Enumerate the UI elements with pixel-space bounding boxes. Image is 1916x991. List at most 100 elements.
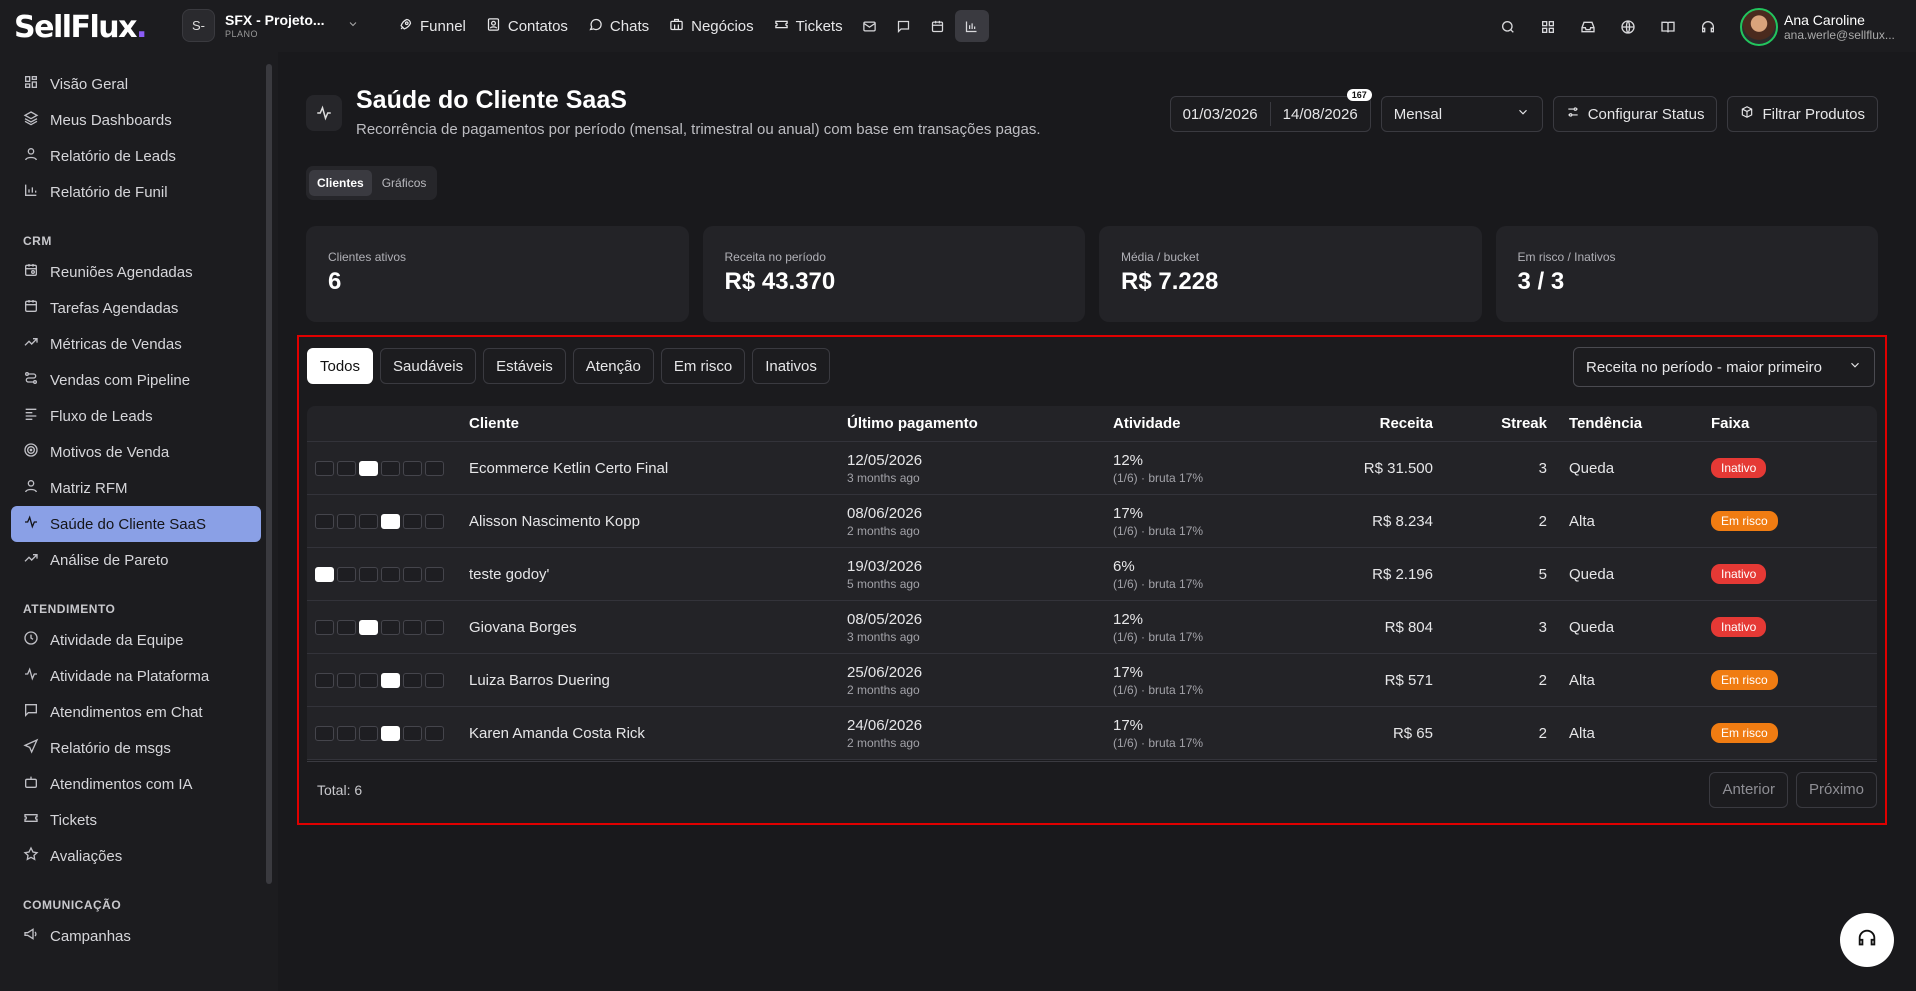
activity-cell (403, 566, 422, 582)
header-ultimo-pagamento[interactable]: Último pagamento (847, 415, 1113, 432)
sidebar-item-tarefas[interactable]: Tarefas Agendadas (11, 290, 261, 326)
table-row[interactable]: Luiza Barros Duering 25/06/2026 2 months… (307, 654, 1877, 707)
apps-grid-icon[interactable] (1530, 9, 1566, 45)
sidebar-scrollbar[interactable] (266, 64, 272, 884)
header-atividade[interactable]: Atividade (1113, 415, 1293, 432)
sidebar-item-atendimentos-chat[interactable]: Atendimentos em Chat (11, 694, 261, 730)
sidebar-item-atendimentos-ia[interactable]: Atendimentos com IA (11, 766, 261, 802)
header-tendencia[interactable]: Tendência (1547, 415, 1711, 432)
sidebar-item-atividade-plataforma[interactable]: Atividade na Plataforma (11, 658, 261, 694)
revenue: R$ 2.196 (1372, 565, 1433, 583)
header-receita[interactable]: Receita (1293, 415, 1433, 432)
sidebar-item-vendas-pipeline[interactable]: Vendas com Pipeline (11, 362, 261, 398)
topbar: SellFlux. S- SFX - Projeto... PLANO Funn… (0, 0, 1916, 52)
prev-page-button[interactable]: Anterior (1709, 771, 1788, 808)
activity: 17% (1/6) · bruta 17% (1113, 663, 1204, 697)
mail-icon[interactable] (853, 10, 887, 42)
pagination: Anterior Próximo (1709, 771, 1877, 808)
header-faixa[interactable]: Faixa (1711, 415, 1877, 432)
table-footer: Total: 6 Anterior Próximo (307, 761, 1877, 817)
client-name[interactable]: Ecommerce Ketlin Certo Final (469, 460, 847, 477)
tab-graficos[interactable]: Gráficos (374, 170, 435, 196)
sidebar-item-relatorio-msgs[interactable]: Relatório de msgs (11, 730, 261, 766)
next-page-button[interactable]: Próximo (1795, 771, 1877, 808)
activity-cell (425, 725, 444, 741)
main-content: Saúde do Cliente SaaS Recorrência de pag… (278, 52, 1916, 991)
nav-tickets[interactable]: Tickets (764, 11, 853, 42)
sidebar-item-visao-geral[interactable]: Visão Geral (11, 66, 261, 102)
table-row[interactable]: Giovana Borges 08/05/2026 3 months ago 1… (307, 601, 1877, 654)
date-end[interactable]: 14/08/2026 (1271, 106, 1370, 123)
activity-cell (315, 460, 334, 476)
activity: 17% (1/6) · bruta 17% (1113, 504, 1204, 538)
configure-status-button[interactable]: Configurar Status (1552, 96, 1718, 132)
filter-inativos[interactable]: Inativos (752, 348, 830, 384)
total-count: Total: 6 (317, 781, 363, 798)
table-row[interactable]: teste godoy' 19/03/2026 5 months ago 6% … (307, 548, 1877, 601)
table-row[interactable]: Karen Amanda Costa Rick 24/06/2026 2 mon… (307, 707, 1877, 760)
activity-cell (315, 513, 334, 529)
sidebar-item-saude-cliente[interactable]: Saúde do Cliente SaaS (11, 506, 261, 542)
sidebar-item-matriz-rfm[interactable]: Matriz RFM (11, 470, 261, 506)
message-icon[interactable] (887, 10, 921, 42)
client-name[interactable]: Giovana Borges (469, 619, 847, 636)
workspace-switcher[interactable]: S- SFX - Projeto... PLANO (182, 9, 359, 42)
header-streak[interactable]: Streak (1433, 415, 1547, 432)
sidebar-item-metricas[interactable]: Métricas de Vendas (11, 326, 261, 362)
sidebar-item-pareto[interactable]: Análise de Pareto (11, 542, 261, 578)
client-name[interactable]: Luiza Barros Duering (469, 672, 847, 689)
sidebar-item-fluxo-leads[interactable]: Fluxo de Leads (11, 398, 261, 434)
calendar-icon[interactable] (921, 10, 955, 42)
revenue: R$ 65 (1392, 724, 1433, 742)
tab-clientes[interactable]: Clientes (309, 170, 372, 196)
activity-cell (403, 725, 422, 741)
streak: 2 (1538, 671, 1547, 689)
bar-chart-icon[interactable] (954, 10, 989, 42)
filter-saudaveis[interactable]: Saudáveis (380, 348, 477, 384)
client-name[interactable]: Alisson Nascimento Kopp (469, 513, 847, 530)
table-row[interactable]: Alisson Nascimento Kopp 08/06/2026 2 mon… (307, 495, 1877, 548)
sidebar-item-motivos[interactable]: Motivos de Venda (11, 434, 261, 470)
globe-icon[interactable] (1610, 9, 1646, 45)
header-cliente[interactable]: Cliente (469, 415, 847, 432)
sidebar-item-campanhas[interactable]: Campanhas (11, 918, 261, 954)
status-badge: Inativo (1711, 617, 1767, 637)
revenue: R$ 804 (1384, 618, 1433, 636)
date-range-picker[interactable]: 01/03/2026 14/08/2026 167 (1169, 89, 1372, 132)
sidebar: Visão Geral Meus Dashboards Relatório de… (0, 52, 272, 991)
help-chat-button[interactable] (1840, 913, 1894, 967)
client-name[interactable]: teste godoy' (469, 566, 847, 583)
sidebar-item-relatorio-funil[interactable]: Relatório de Funil (11, 174, 261, 210)
trend: Queda (1569, 459, 1615, 477)
filter-em-risco[interactable]: Em risco (660, 348, 746, 384)
client-name[interactable]: Karen Amanda Costa Rick (469, 725, 847, 742)
streak: 2 (1538, 512, 1547, 530)
activity-cell (425, 672, 444, 688)
filter-todos[interactable]: Todos (307, 348, 374, 384)
sidebar-item-relatorio-leads[interactable]: Relatório de Leads (11, 138, 261, 174)
filter-products-button[interactable]: Filtrar Produtos (1727, 96, 1878, 132)
filter-estaveis[interactable]: Estáveis (483, 348, 566, 384)
header-controls: 01/03/2026 14/08/2026 167 Mensal Configu… (1169, 89, 1878, 132)
sort-select[interactable]: Receita no período - maior primeiro (1573, 347, 1875, 387)
nav-funnel[interactable]: Funnel (388, 11, 476, 42)
inbox-icon[interactable] (1570, 9, 1606, 45)
date-start[interactable]: 01/03/2026 (1171, 106, 1270, 123)
sidebar-item-atividade-equipe[interactable]: Atividade da Equipe (11, 622, 261, 658)
filter-atencao[interactable]: Atenção (572, 348, 654, 384)
user-menu[interactable]: Ana Caroline ana.werle@sellflux... (1740, 8, 1902, 46)
sellflux-logo[interactable]: SellFlux. (14, 10, 147, 45)
activity-cell (337, 672, 356, 688)
nav-chats[interactable]: Chats (578, 11, 659, 42)
sidebar-item-avaliacoes[interactable]: Avaliações (11, 838, 261, 874)
headset-icon[interactable] (1690, 9, 1726, 45)
sidebar-item-reunioes[interactable]: Reuniões Agendadas (11, 254, 261, 290)
book-icon[interactable] (1650, 9, 1686, 45)
nav-contatos[interactable]: Contatos (476, 11, 578, 42)
sidebar-item-tickets[interactable]: Tickets (11, 802, 261, 838)
search-icon[interactable] (1490, 9, 1526, 45)
sidebar-item-meus-dashboards[interactable]: Meus Dashboards (11, 102, 261, 138)
table-row[interactable]: Ecommerce Ketlin Certo Final 12/05/2026 … (307, 442, 1877, 495)
period-select[interactable]: Mensal (1380, 96, 1543, 132)
nav-negocios[interactable]: Negócios (659, 11, 764, 42)
